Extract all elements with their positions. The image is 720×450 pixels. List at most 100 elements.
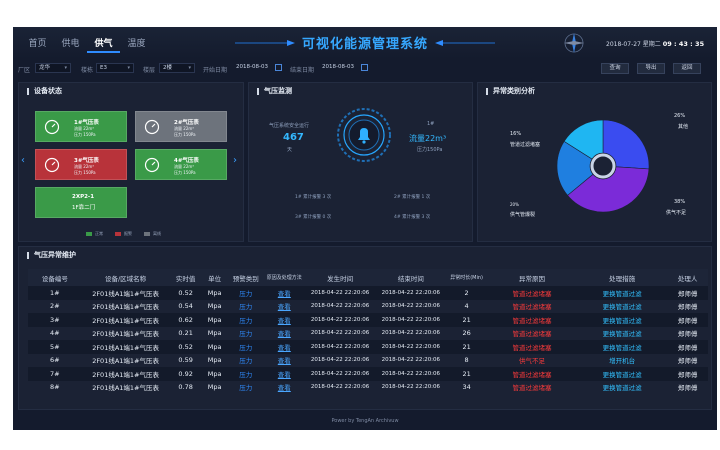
- device-card-5[interactable]: 2XP2-1 1F靠二门: [35, 187, 127, 218]
- table-row: 7# 2F01线A1端1#气压表 0.92 Mpa 压力 查看 2018-04-22 22:…: [28, 367, 708, 381]
- status-legend: 正常 报警 离线: [86, 231, 161, 237]
- table-cell: Mpa: [201, 313, 228, 327]
- alarm-count-3: 3# 累计报警 0 次: [295, 215, 332, 220]
- end-date-input[interactable]: 2018-08-03: [319, 63, 359, 73]
- next-arrow-icon[interactable]: ›: [233, 155, 237, 166]
- table-cell: 2#: [28, 299, 82, 313]
- table-cell: 21: [446, 340, 487, 354]
- table-cell: 2F01线A1端1#气压表: [81, 299, 170, 313]
- view-link[interactable]: 查看: [263, 380, 305, 394]
- floor-select[interactable]: 2楼 ▾: [159, 63, 195, 73]
- device-card-1[interactable]: 1#气压表 流量 22m³ 压力 150Pa: [35, 111, 127, 142]
- table-cell: 管道过滤堵塞: [486, 299, 578, 313]
- table-cell: 4#: [28, 326, 82, 340]
- view-link[interactable]: 查看: [263, 299, 305, 313]
- column-header: 预警类别: [227, 269, 264, 286]
- table-cell: 0.92: [169, 367, 202, 381]
- view-link[interactable]: 查看: [263, 326, 305, 340]
- time-text: 09 : 43 : 35: [662, 40, 705, 48]
- table-cell: 0.59: [169, 353, 202, 367]
- alarm-count-1: 1# 累计报警 3 次: [295, 195, 332, 200]
- floor-label: 楼层: [143, 67, 156, 74]
- table-cell: 管道过滤堵塞: [486, 380, 578, 394]
- table-cell: 1#: [28, 286, 82, 300]
- end-date-label: 结束日期: [290, 67, 315, 74]
- table-cell: 21: [446, 367, 487, 381]
- table-cell: 郑师傅: [667, 380, 708, 394]
- table-cell: 压力: [227, 340, 264, 354]
- table-row: 6# 2F01线A1端1#气压表 0.59 Mpa 压力 查看 2018-04-22 22:…: [28, 353, 708, 367]
- table-cell: 2F01线A1端1#气压表: [81, 326, 170, 340]
- table-row: 5# 2F01线A1端1#气压表 0.52 Mpa 压力 查看 2018-04-22 22:…: [28, 340, 708, 354]
- table-cell: 更换管道过滤: [577, 380, 668, 394]
- table-row: 3# 2F01线A1端1#气压表 0.62 Mpa 压力 查看 2018-04-22 22:…: [28, 313, 708, 327]
- pie-label-pct-other: 26%: [674, 113, 686, 119]
- table-cell: 压力: [227, 326, 264, 340]
- table-cell: 2018-04-22 22:20:06: [375, 326, 447, 340]
- anomaly-pie-chart: [556, 119, 650, 213]
- column-header: 设备/区域名称: [81, 269, 170, 286]
- table-cell: 0.54: [169, 299, 202, 313]
- device-card-3[interactable]: 3#气压表 流量 22m³ 压力 150Pa: [35, 149, 127, 180]
- building-select[interactable]: E3 ▾: [96, 63, 134, 73]
- maintenance-table: 设备编号 设备/区域名称 实时值 单位 预警类别 原因及处理方法 发生时间 结束时间 异常时长(…: [28, 269, 708, 394]
- pie-label-pct-shortage: 38%: [674, 199, 686, 205]
- table-cell: 郑师傅: [667, 313, 708, 327]
- device-card-4[interactable]: 4#气压表 流量 22m³ 压力 150Pa: [135, 149, 227, 180]
- view-link[interactable]: 查看: [263, 286, 305, 300]
- table-cell: 2018-04-22 22:20:06: [375, 367, 447, 381]
- gauge-icon: [44, 157, 60, 173]
- table-cell: 0.78: [169, 380, 202, 394]
- table-cell: 郑师傅: [667, 326, 708, 340]
- table-cell: 26: [446, 326, 487, 340]
- query-button[interactable]: 查询: [601, 63, 629, 74]
- export-button[interactable]: 导出: [637, 63, 665, 74]
- table-cell: 2018-04-22 22:20:06: [304, 340, 376, 354]
- view-link[interactable]: 查看: [263, 340, 305, 354]
- device-name: 4#气压表: [174, 158, 199, 164]
- table-cell: 34: [446, 380, 487, 394]
- prev-arrow-icon[interactable]: ‹: [21, 155, 25, 166]
- table-row: 4# 2F01线A1端1#气压表 0.21 Mpa 压力 查看 2018-04-22 22:…: [28, 326, 708, 340]
- table-cell: 更换管道过滤: [577, 313, 668, 327]
- device-name: 3#气压表: [74, 158, 99, 164]
- table-cell: 21: [446, 313, 487, 327]
- device-status-panel: 设备状态 ‹ › 1#气压表 流量 22m³ 压力 150Pa 2#气压表 流量…: [18, 82, 244, 242]
- table-cell: 更换管道过滤: [577, 299, 668, 313]
- table-cell: 更换管道过滤: [577, 367, 668, 381]
- device-name: 2XP2-1: [72, 194, 95, 200]
- device-card-2[interactable]: 2#气压表 流量 22m³ 压力 150Pa: [135, 111, 227, 142]
- table-cell: 8#: [28, 380, 82, 394]
- calendar-icon[interactable]: [275, 64, 282, 71]
- calendar-icon[interactable]: [361, 64, 368, 71]
- column-header: 实时值: [169, 269, 202, 286]
- table-cell: 管道过滤堵塞: [486, 286, 578, 300]
- column-header: 异常原因: [486, 269, 578, 286]
- start-date-input[interactable]: 2018-08-03: [233, 63, 273, 73]
- start-date-label: 开始日期: [203, 67, 228, 74]
- legend-normal: 正常: [86, 231, 103, 237]
- column-header: 异常时长(Min): [446, 269, 487, 286]
- table-row: 8# 2F01线A1端1#气压表 0.78 Mpa 压力 查看 2018-04-22 22:…: [28, 380, 708, 394]
- column-header: 处理措施: [577, 269, 668, 286]
- table-cell: 2018-04-22 22:20:06: [375, 286, 447, 300]
- legend-alarm: 报警: [115, 231, 132, 237]
- factory-select[interactable]: 龙华 ▾: [35, 63, 71, 73]
- table-cell: Mpa: [201, 326, 228, 340]
- pie-label-shortage: 供气不足: [666, 210, 687, 216]
- safe-days-value: 467: [283, 132, 304, 143]
- gauge-icon: [44, 119, 60, 135]
- safe-run-label: 气压系统安全运行: [269, 123, 310, 129]
- table-cell: 压力: [227, 367, 264, 381]
- top-bar: 首页 供电 供气 温度 可视化能源管理系统 2018-07-27 星期二 09 …: [13, 27, 717, 59]
- view-link[interactable]: 查看: [263, 353, 305, 367]
- view-link[interactable]: 查看: [263, 313, 305, 327]
- monitor-pressure: 压力150Pa: [417, 147, 443, 153]
- column-header: 原因及处理方法: [263, 269, 305, 286]
- view-link[interactable]: 查看: [263, 367, 305, 381]
- table-cell: 4: [446, 299, 487, 313]
- table-row: 1# 2F01线A1端1#气压表 0.52 Mpa 压力 查看 2018-04-22 22:…: [28, 286, 708, 300]
- table-cell: Mpa: [201, 299, 228, 313]
- back-button[interactable]: 返回: [673, 63, 701, 74]
- device-status-title: 设备状态: [27, 88, 62, 95]
